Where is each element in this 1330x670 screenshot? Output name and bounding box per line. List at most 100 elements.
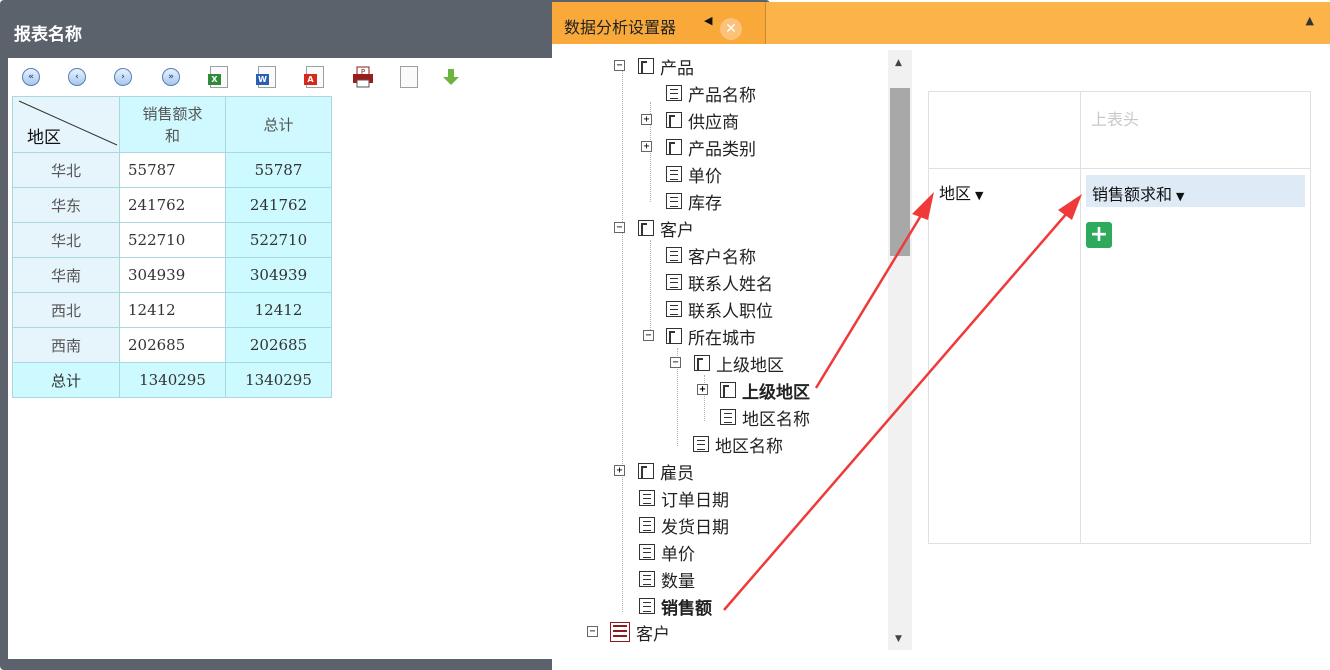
folder-icon [694,355,710,371]
prev-page-button[interactable]: ‹ [64,64,90,90]
tree-node-label: 联系人姓名 [688,274,773,295]
first-page-button[interactable]: « [18,64,44,90]
tree-node-label: 联系人职位 [688,301,773,322]
tree-node[interactable]: 联系人职位 [666,297,773,322]
collapse-up-icon[interactable]: ▲ [1306,14,1314,27]
table-row: 西北 12412 12412 [12,292,332,328]
tree-node-label: 产品名称 [688,85,756,106]
field-icon [666,301,682,317]
tree-node[interactable]: 地区名称 [720,405,810,430]
tree-node-label: 产品类别 [688,139,756,160]
tree-node[interactable]: 数量 [639,567,695,592]
first-page-icon: « [22,68,40,86]
row-field-chip[interactable]: 地区 ▼ [939,180,983,204]
tree-node[interactable]: 地区名称 [693,432,783,457]
caret-down-icon[interactable]: ▼ [1176,190,1184,203]
analysis-tab[interactable]: 数据分析设置器 ◀ ✕ [552,2,766,44]
row-total: 55787 [225,152,332,188]
export-word-button[interactable]: W [254,64,280,90]
export-pdf-button[interactable]: A [302,64,328,90]
field-icon [720,409,736,425]
value-field-chip[interactable]: 销售额求和 ▼ [1086,175,1305,207]
tree-node-label: 数量 [661,571,695,592]
tree-node[interactable]: + 供应商 [641,108,739,133]
table-icon [610,622,630,642]
caret-down-icon[interactable]: ▼ [975,189,983,202]
tree-scrollbar[interactable]: ▲ ▼ [888,50,912,650]
column-header-drop-zone[interactable]: 上表头 [1091,106,1139,130]
folder-icon [638,463,654,479]
prev-page-icon: ‹ [68,68,86,86]
row-sales: 202685 [119,327,226,363]
tree-node[interactable]: − 上级地区 [670,351,784,376]
tree-node-label: 订单日期 [661,490,729,511]
expander-icon[interactable]: − [670,357,681,368]
scroll-down-icon[interactable]: ▼ [895,634,902,644]
export-excel-button[interactable]: X [206,64,232,90]
tree-node[interactable]: − 客户 [587,620,670,645]
scrollbar-thumb[interactable] [890,88,910,256]
expander-icon[interactable]: + [641,141,652,152]
expander-icon[interactable]: − [614,222,625,233]
expander-icon[interactable]: + [641,114,652,125]
table-row: 华南 304939 304939 [12,257,332,293]
tree-node[interactable]: − 所在城市 [642,324,756,349]
expander-icon[interactable]: + [697,384,708,395]
header-sales-sum: 销售额求 和 [119,96,226,153]
folder-icon [666,112,682,128]
tree-node[interactable]: − 产品 [614,54,694,79]
tree-node[interactable]: + 雇员 [614,459,694,484]
total-row: 总计 1340295 1340295 [12,362,332,398]
tree-node[interactable]: 联系人姓名 [666,270,773,295]
expander-icon[interactable]: + [614,465,625,476]
expander-icon[interactable]: − [614,60,625,71]
print-button[interactable]: P [350,64,376,90]
last-page-button[interactable]: » [158,64,184,90]
tree-node-label: 所在城市 [688,328,756,349]
row-region: 华北 [12,152,120,188]
field-icon [693,436,709,452]
tab-scroll-left-icon[interactable]: ◀ [704,14,712,27]
tree-node-label: 发货日期 [661,517,729,538]
tree-node-label: 单价 [661,544,695,565]
field-icon [639,598,655,614]
tree-node-selected[interactable]: + 上级地区 [696,378,810,403]
tree-node[interactable]: 库存 [666,189,722,214]
tree-node[interactable]: − 客户 [614,216,694,241]
download-button[interactable] [438,64,464,90]
page-setup-button[interactable] [396,64,422,90]
report-table: 地区 销售额求 和 总计 华北 55787 55787 华东 241762 24… [12,96,332,398]
tree-node[interactable]: 销售额 [639,594,712,619]
close-icon[interactable]: ✕ [720,18,742,40]
printer-icon: P [353,66,373,88]
next-page-button[interactable]: › [110,64,136,90]
tree-node[interactable]: + 产品类别 [641,135,756,160]
tree-node[interactable]: 单价 [639,540,695,565]
add-value-button[interactable]: + [1086,222,1112,248]
tree-node-label: 客户名称 [688,247,756,268]
field-icon [639,490,655,506]
pivot-divider-horizontal [929,168,1310,169]
tree-node[interactable]: 发货日期 [639,513,729,538]
tree-node[interactable]: 订单日期 [639,486,729,511]
tree-node[interactable]: 单价 [666,162,722,187]
expander-icon[interactable]: − [587,626,598,637]
field-icon [639,544,655,560]
tree-node[interactable]: 产品名称 [666,81,756,106]
folder-icon [666,139,682,155]
header-total: 总计 [225,96,332,153]
table-row: 西南 202685 202685 [12,327,332,363]
tree-node[interactable]: 客户名称 [666,243,756,268]
total-total: 1340295 [225,362,332,398]
folder-icon [638,58,654,74]
pivot-design-area: 上表头 地区 ▼ 销售额求和 ▼ + [928,91,1311,544]
field-icon [666,193,682,209]
total-sales: 1340295 [119,362,226,398]
document-icon [400,66,418,88]
expander-icon[interactable]: − [643,330,654,341]
field-icon [666,247,682,263]
tree-node-label: 雇员 [660,463,694,484]
scroll-up-icon[interactable]: ▲ [895,58,902,68]
table-row: 华北 522710 522710 [12,222,332,258]
table-row: 华北 55787 55787 [12,152,332,188]
